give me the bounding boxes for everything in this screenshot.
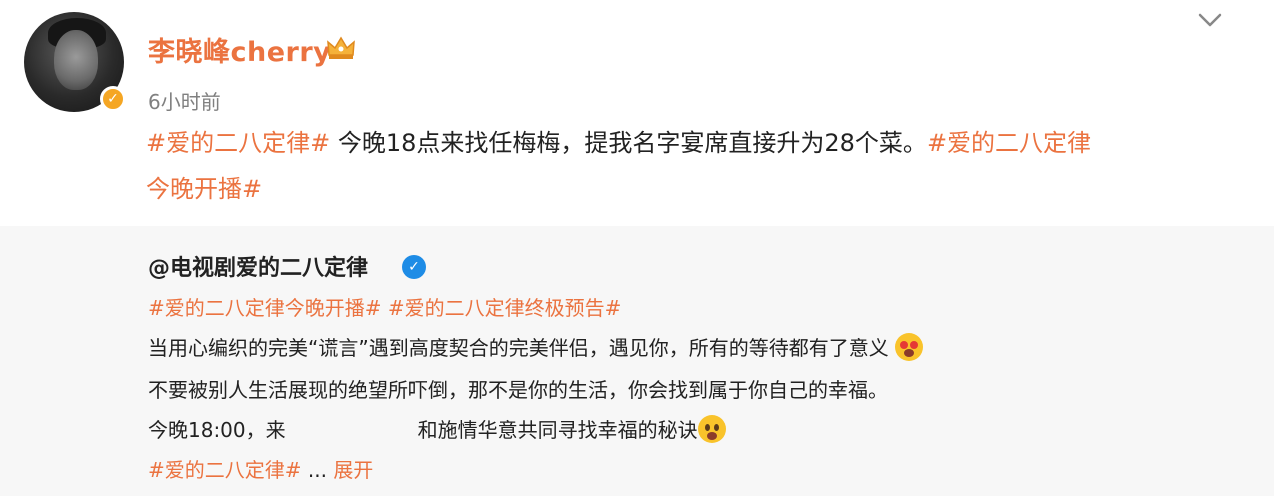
crown-icon (327, 36, 355, 59)
repost-text: 当用心编织的完美“谎言”遇到高度契合的完美伴侣，遇见你，所有的等待都有了意义 (148, 336, 889, 360)
shocked-emoji-icon (697, 415, 726, 443)
repost-card[interactable]: @电视剧爱的二八定律 ✓ #爱的二八定律今晚开播# #爱的二八定律终极预告# 当… (0, 226, 1274, 496)
repost-text: 今晚18:00，来 (148, 418, 286, 442)
hashtag-link[interactable]: #爱的二八定律 (927, 129, 1091, 157)
ellipsis: ... (307, 458, 327, 482)
post-time[interactable]: 6小时前 (148, 86, 221, 115)
username-link[interactable]: 李晓峰cherry (148, 30, 331, 69)
heart-eyes-emoji-icon (895, 333, 924, 361)
expand-link[interactable]: 展开 (333, 458, 373, 482)
hashtag-link[interactable]: #爱的二八定律# (146, 129, 330, 157)
weibo-post: ✓ 李晓峰cherry 6小时前 #爱的二八定律# 今晚18点来找任梅梅，提我名… (0, 0, 1274, 226)
hashtag-link[interactable]: 今晚开播# (146, 175, 262, 203)
repost-username[interactable]: @电视剧爱的二八定律 (148, 250, 368, 282)
repost-line: 当用心编织的完美“谎言”遇到高度契合的完美伴侣，遇见你，所有的等待都有了意义 (148, 332, 924, 361)
repost-text: 和施情华意共同寻找幸福的秘诀 (417, 418, 698, 442)
repost-hashtags[interactable]: #爱的二八定律今晚开播# #爱的二八定律终极预告# (148, 292, 621, 321)
repost-line: 今晚18:00，来 和施情华意共同寻找幸福的秘诀 (148, 414, 726, 443)
post-text: #爱的二八定律# 今晚18点来找任梅梅，提我名字宴席直接升为28个菜。#爱的二八… (146, 120, 1246, 212)
blue-verified-icon: ✓ (402, 255, 426, 279)
chevron-down-icon[interactable] (1196, 10, 1224, 30)
post-body: 今晚18点来找任梅梅，提我名字宴席直接升为28个菜。 (330, 129, 927, 157)
repost-line: #爱的二八定律# ... 展开 (148, 454, 373, 483)
verified-badge-icon: ✓ (100, 86, 126, 112)
repost-line: 不要被别人生活展现的绝望所吓倒，那不是你的生活，你会找到属于你自己的幸福。 (148, 378, 888, 402)
hashtag-link[interactable]: #爱的二八定律# (148, 458, 302, 482)
